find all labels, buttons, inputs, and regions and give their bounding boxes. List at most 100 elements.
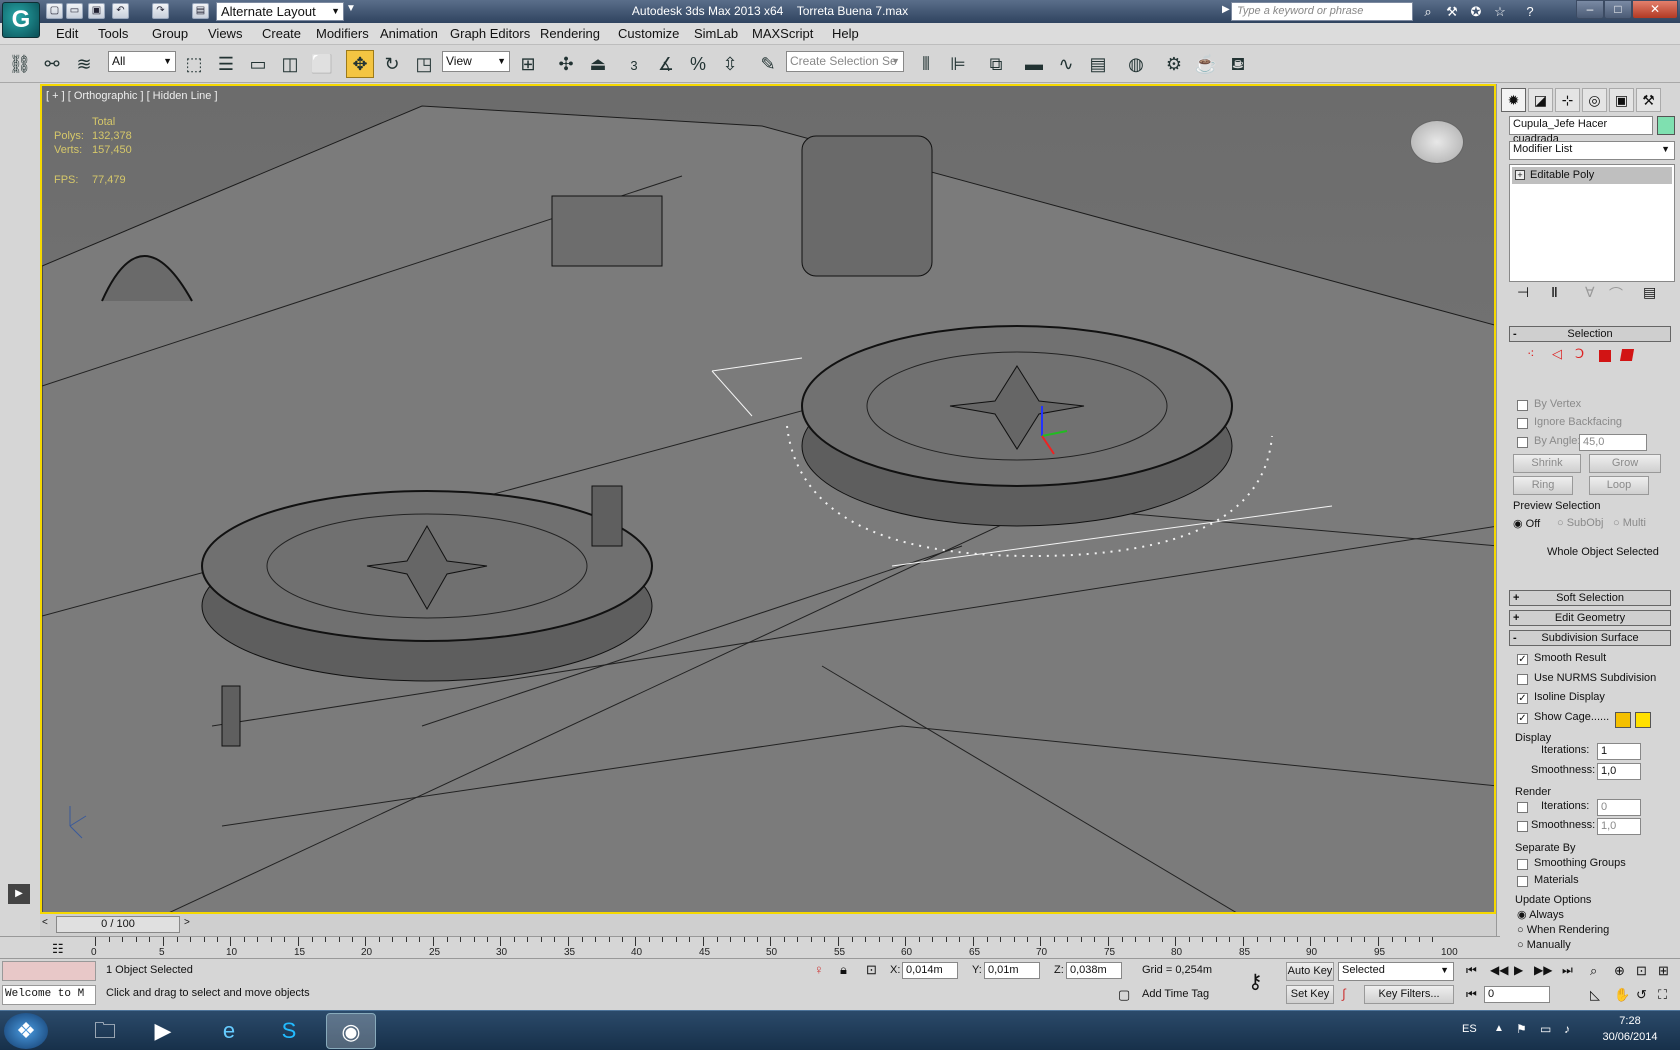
mirror-icon[interactable]: ⫴ [912, 50, 940, 78]
set-key-mode-icon[interactable]: ⚷ [1248, 969, 1263, 994]
prev-frame-arrow[interactable]: < [42, 917, 54, 933]
app-logo[interactable]: G [2, 2, 40, 38]
motion-tab-icon[interactable]: ◎ [1582, 88, 1607, 112]
undo-icon[interactable]: ↶ [112, 3, 129, 19]
zoom-extents-icon[interactable]: ⊡ [1636, 963, 1647, 979]
language-indicator[interactable]: ES [1462, 1023, 1477, 1035]
angle-spinner[interactable]: 45,0 [1579, 434, 1647, 451]
modifier-list-dropdown[interactable]: Modifier List ▼ [1509, 141, 1675, 160]
vertex-mode-icon[interactable]: ⁖ [1527, 346, 1535, 362]
pan-view-icon[interactable]: ✋ [1614, 987, 1630, 1003]
render-smoothness-checkbox[interactable] [1517, 821, 1528, 832]
loop-button[interactable]: Loop [1589, 476, 1649, 495]
menu-simlab[interactable]: SimLab [694, 26, 738, 41]
create-tab-icon[interactable]: ✹ [1501, 88, 1526, 112]
field-of-view-icon[interactable]: ◺ [1590, 987, 1600, 1003]
orbit-icon[interactable]: ↺ [1636, 987, 1647, 1003]
menu-create[interactable]: Create [262, 26, 301, 41]
reference-coordinate-dropdown[interactable]: View ▼ [442, 51, 510, 72]
render-iterations-spinner[interactable]: 0 [1597, 799, 1641, 816]
internet-explorer-icon[interactable]: e [204, 1013, 254, 1049]
y-coord-field[interactable]: 0,01m [984, 962, 1040, 979]
help-icon[interactable]: ? [1520, 3, 1540, 20]
maxscript-listener-mini[interactable] [2, 961, 96, 981]
materials-checkbox[interactable] [1517, 876, 1528, 887]
x-coord-field[interactable]: 0,014m [902, 962, 958, 979]
named-selection-set-dropdown[interactable]: Create Selection Se ▼ [786, 51, 904, 72]
element-mode-icon[interactable] [1619, 349, 1635, 361]
by-angle-checkbox[interactable] [1517, 437, 1528, 448]
make-unique-icon[interactable]: ∀ [1585, 284, 1595, 301]
menu-views[interactable]: Views [208, 26, 242, 41]
welcome-field[interactable]: Welcome to M [2, 985, 96, 1005]
hierarchy-tab-icon[interactable]: ⊹ [1555, 88, 1580, 112]
maximize-viewport-icon[interactable]: ⛶ [1658, 987, 1667, 1003]
ring-button[interactable]: Ring [1513, 476, 1573, 495]
menu-tools[interactable]: Tools [98, 26, 128, 41]
edit-named-selection-icon[interactable]: ✎ [754, 50, 782, 78]
select-by-name-icon[interactable]: ☰ [212, 50, 240, 78]
select-and-rotate-icon[interactable]: ↻ [378, 50, 406, 78]
key-filters-button[interactable]: Key Filters... [1364, 985, 1454, 1004]
menu-modifiers[interactable]: Modifiers [316, 26, 369, 41]
angle-snap-icon[interactable]: ∡ [652, 50, 680, 78]
mini-curve-editor-icon[interactable]: ☷ [52, 941, 64, 957]
manipulate-icon[interactable]: ✣ [552, 50, 580, 78]
layer-manager-icon[interactable]: ⧉ [982, 50, 1010, 78]
display-tab-icon[interactable]: ▣ [1609, 88, 1634, 112]
redo-icon[interactable]: ↷ [152, 3, 169, 19]
smoothing-groups-checkbox[interactable] [1517, 859, 1528, 870]
key-mode-toggle-icon[interactable]: ⏮ [1466, 987, 1477, 1002]
favorites-star-icon[interactable]: ☆ [1490, 3, 1510, 20]
zoom-extents-all-icon[interactable]: ⊞ [1658, 963, 1669, 979]
go-to-start-icon[interactable]: ⏮ [1466, 963, 1477, 978]
explorer-icon[interactable]: 🗀 [80, 1013, 130, 1049]
previous-frame-icon[interactable]: ◀◀ [1490, 963, 1508, 977]
menu-maxscript[interactable]: MAXScript [752, 26, 813, 41]
menu-group[interactable]: Group [152, 26, 188, 41]
next-frame-icon[interactable]: ▶▶ [1534, 963, 1552, 977]
configure-modifier-sets-icon[interactable]: ▤ [1643, 284, 1656, 301]
network-icon[interactable]: ▭ [1540, 1022, 1551, 1036]
workspace-layout-dropdown[interactable]: Alternate Layout ▼ [216, 2, 344, 21]
expand-trackbar-icon[interactable]: ▶ [8, 884, 30, 904]
preview-subobj-radio[interactable]: ○ SubObj [1557, 517, 1603, 529]
selection-filter-dropdown[interactable]: All ▼ [108, 51, 176, 72]
curve-editor-icon[interactable]: ∿ [1052, 50, 1080, 78]
render-smoothness-spinner[interactable]: 1,0 [1597, 818, 1641, 835]
modifier-stack[interactable]: + Editable Poly [1509, 164, 1675, 282]
window-crossing-icon[interactable]: ◫ [276, 50, 304, 78]
keyboard-shortcut-override-icon[interactable]: ⏏ [584, 50, 612, 78]
time-slider-thumb[interactable]: 0 / 100 [56, 916, 180, 933]
select-object-icon[interactable]: ⬚ [180, 50, 208, 78]
unlink-icon[interactable]: ⚯ [38, 50, 66, 78]
spinner-snap-icon[interactable]: ⇳ [716, 50, 744, 78]
new-file-icon[interactable]: ▢ [46, 3, 63, 19]
render-production-icon[interactable]: ⛾ [1224, 50, 1252, 78]
search-input[interactable]: Type a keyword or phrase [1231, 2, 1413, 21]
link-icon[interactable]: ⛓ [6, 50, 34, 78]
graphite-ribbon-icon[interactable]: ▬ [1020, 50, 1048, 78]
clock-date[interactable]: 30/06/2014 [1594, 1031, 1666, 1043]
select-region-icon[interactable]: ▭ [244, 50, 272, 78]
edit-geometry-rollout[interactable]: + Edit Geometry [1509, 610, 1671, 626]
menu-edit[interactable]: Edit [56, 26, 78, 41]
next-frame-arrow[interactable]: > [184, 917, 196, 933]
zoom-all-icon[interactable]: ⊕ [1614, 963, 1625, 979]
3dsmax-task-icon[interactable]: ◉ [326, 1013, 376, 1049]
update-when-rendering-radio[interactable]: ○ When Rendering [1517, 924, 1609, 936]
ignore-backfacing-checkbox[interactable] [1517, 418, 1528, 429]
project-folder-icon[interactable]: ▤ [192, 3, 209, 19]
use-nurms-checkbox[interactable] [1517, 674, 1528, 685]
zoom-icon[interactable]: ⌕ [1590, 963, 1597, 979]
update-manually-radio[interactable]: ○ Manually [1517, 939, 1571, 951]
rendered-frame-window-icon[interactable]: ☕ [1192, 50, 1220, 78]
render-iterations-checkbox[interactable] [1517, 802, 1528, 813]
track-bar[interactable]: ☷ 0 5 10 15 20 25 30 35 40 45 50 55 60 65 70 75 80 85 90 95… [0, 936, 1500, 958]
pivot-center-icon[interactable]: ⊞ [514, 50, 542, 78]
update-always-radio[interactable]: ◉ Always [1517, 908, 1564, 921]
clock-time[interactable]: 7:28 [1598, 1015, 1662, 1027]
object-color-swatch[interactable] [1657, 116, 1675, 135]
smooth-result-checkbox[interactable]: ✓ [1517, 654, 1528, 665]
edge-mode-icon[interactable]: ◁ [1552, 346, 1562, 362]
